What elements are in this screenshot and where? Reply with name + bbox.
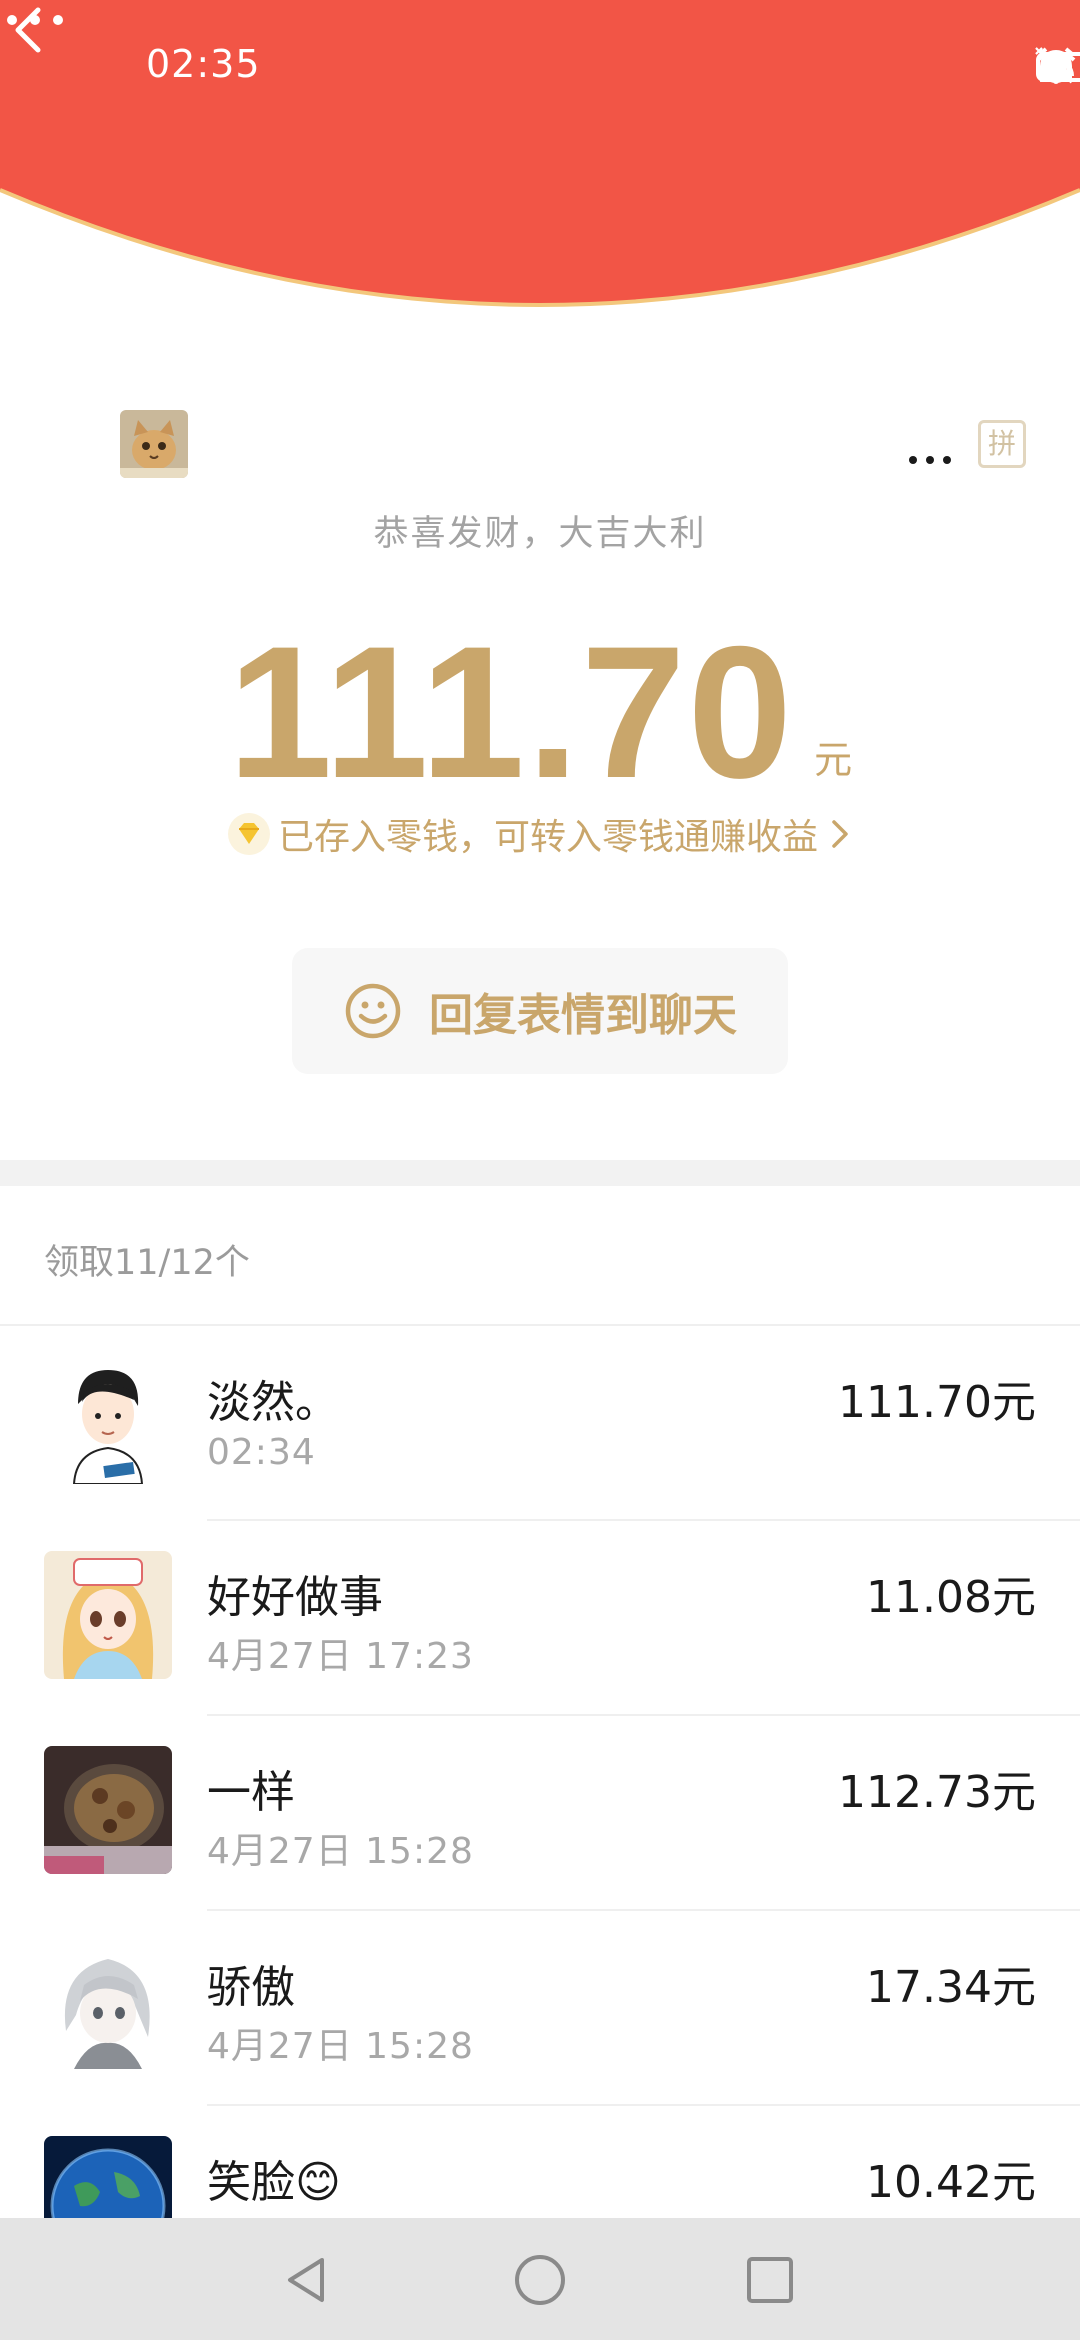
recipient-amount: 11.08元 — [866, 1572, 1036, 1623]
smile-icon — [345, 983, 401, 1039]
amount-value: 111.70 — [227, 607, 795, 817]
recipient-name: 好好做事 — [207, 1572, 383, 1623]
recipient-amount: 111.70元 — [838, 1377, 1036, 1428]
pin-badge-icon: 拼 — [978, 420, 1026, 468]
recipient-avatar[interactable] — [44, 1941, 172, 2069]
header-banner: 02:35 — [0, 0, 1080, 330]
received-count: 领取11/12个 — [44, 1243, 250, 1283]
recipient-time: 4月27日 15:28 — [207, 2026, 474, 2067]
savings-note-link[interactable]: 已存入零钱，可转入零钱通赚收益 — [0, 808, 1080, 860]
blessing-text: 恭喜发财，大吉大利 — [373, 514, 707, 554]
sender-avatar[interactable] — [120, 410, 188, 478]
food-photo-avatar-icon — [44, 1746, 172, 1874]
amount-unit: 元 — [814, 738, 853, 782]
amount-display: 111.70 元 — [0, 618, 1080, 806]
recipient-amount: 10.42元 — [866, 2157, 1036, 2208]
status-time: 02:35 — [146, 42, 261, 86]
recipient-amount: 17.34元 — [866, 1962, 1036, 2013]
recipient-time: 02:34 — [207, 1432, 316, 1473]
recipient-name: 笑脸😊 — [207, 2157, 341, 2208]
list-item[interactable]: 淡然。 02:34 111.70元 — [0, 1326, 1080, 1521]
recipient-name: 骄傲 — [207, 1962, 295, 2013]
recents-square-icon[interactable] — [738, 2248, 802, 2312]
section-divider — [0, 1160, 1080, 1186]
chevron-right-icon — [832, 820, 848, 848]
status-bar: 02:35 — [0, 0, 1080, 130]
list-item[interactable]: 一样 4月27日 15:28 112.73元 — [0, 1716, 1080, 1911]
reply-sticker-label: 回复表情到聊天 — [429, 990, 737, 1041]
recipient-amount: 112.73元 — [838, 1767, 1036, 1818]
grey-hair-anime-avatar-icon — [44, 1941, 172, 2069]
anime-girl-avatar-icon — [44, 1551, 172, 1679]
recipient-time: 4月27日 15:28 — [207, 1831, 474, 1872]
more-horizontal-icon[interactable] — [0, 0, 70, 40]
system-navigation-bar — [0, 2218, 1080, 2340]
more-options-icon[interactable] — [905, 445, 955, 475]
list-item[interactable]: 好好做事 4月27日 17:23 11.08元 — [0, 1521, 1080, 1716]
recipient-time: 4月27日 17:23 — [207, 1636, 474, 1677]
back-triangle-icon[interactable] — [276, 2248, 340, 2312]
anime-boy-avatar-icon — [44, 1356, 172, 1484]
recipient-name: 一样 — [207, 1767, 295, 1818]
recipient-name: 淡然。 — [207, 1377, 339, 1428]
battery-icon — [1036, 52, 1080, 82]
recipient-avatar[interactable] — [44, 1746, 172, 1874]
diamond-icon — [227, 813, 270, 855]
recipient-avatar[interactable] — [44, 1551, 172, 1679]
reply-sticker-button[interactable]: 回复表情到聊天 — [292, 948, 788, 1074]
cat-avatar-icon — [120, 410, 188, 478]
home-circle-icon[interactable] — [508, 2248, 572, 2312]
savings-note-text: 已存入零钱，可转入零钱通赚收益 — [277, 817, 818, 858]
list-item[interactable]: 骄傲 4月27日 15:28 17.34元 — [0, 1911, 1080, 2106]
recipient-list: 淡然。 02:34 111.70元 好好做事 4月27日 17:23 11.08… — [0, 1326, 1080, 2301]
recipient-avatar[interactable] — [44, 1356, 172, 1484]
